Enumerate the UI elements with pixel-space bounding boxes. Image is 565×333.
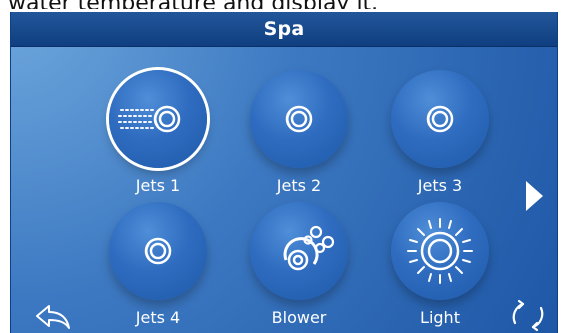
blower-icon bbox=[283, 225, 335, 271]
jets-3-circle bbox=[391, 70, 489, 168]
jets-icon bbox=[426, 105, 454, 133]
jets-4-label: Jets 4 bbox=[135, 308, 181, 327]
jets-2-label: Jets 2 bbox=[276, 176, 322, 195]
jets-icon bbox=[285, 105, 313, 133]
page-title: Spa bbox=[263, 18, 305, 40]
light-icon bbox=[407, 218, 473, 284]
top-caption: water temperature and display it. bbox=[8, 0, 565, 9]
jets-2-circle bbox=[250, 70, 348, 168]
blower-circle bbox=[250, 202, 348, 300]
title-bar: Spa bbox=[11, 12, 557, 47]
jets-icon bbox=[144, 237, 172, 265]
next-arrow-icon[interactable] bbox=[518, 178, 548, 214]
light-button[interactable]: Light bbox=[385, 202, 495, 327]
jets-icon bbox=[118, 105, 181, 133]
refresh-icon[interactable] bbox=[505, 298, 551, 333]
jets-4-button[interactable]: Jets 4 bbox=[103, 202, 213, 327]
jets-1-button[interactable]: Jets 1 bbox=[103, 70, 213, 195]
jets-1-circle bbox=[109, 70, 207, 168]
jets-3-button[interactable]: Jets 3 bbox=[385, 70, 495, 195]
back-arrow-icon[interactable] bbox=[33, 302, 73, 330]
light-circle bbox=[391, 202, 489, 300]
jets-3-label: Jets 3 bbox=[417, 176, 463, 195]
blower-label: Blower bbox=[271, 308, 327, 327]
jets-1-label: Jets 1 bbox=[135, 176, 181, 195]
spa-control-screen: Spa Jets 1 Jets 2 Jets 3 Jets 4 Blower L… bbox=[10, 12, 558, 333]
blower-button[interactable]: Blower bbox=[244, 202, 354, 327]
jets-2-button[interactable]: Jets 2 bbox=[244, 70, 354, 195]
light-label: Light bbox=[420, 308, 460, 327]
jets-4-circle bbox=[109, 202, 207, 300]
